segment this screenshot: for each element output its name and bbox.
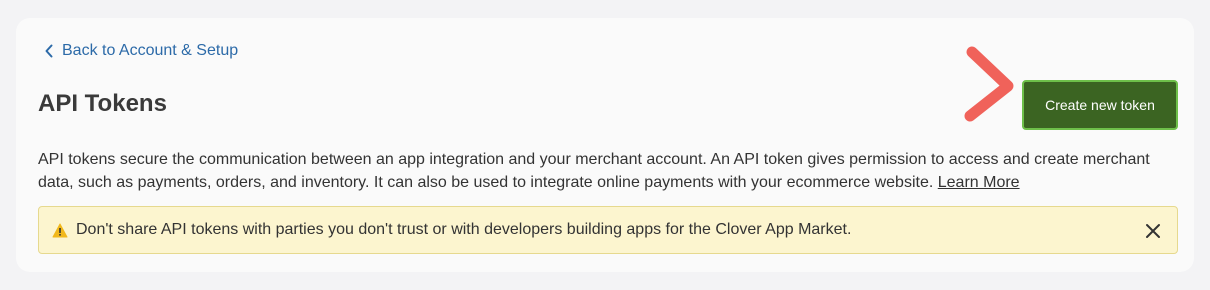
create-new-token-button[interactable]: Create new token	[1022, 80, 1178, 130]
warning-banner: Don't share API tokens with parties you …	[38, 206, 1178, 254]
chevron-left-icon	[45, 44, 53, 58]
page-title: API Tokens	[38, 90, 167, 117]
warning-message: Don't share API tokens with parties you …	[76, 221, 852, 238]
api-tokens-panel: Back to Account & Setup API Tokens Creat…	[16, 18, 1194, 272]
back-to-account-link[interactable]: Back to Account & Setup	[44, 42, 238, 60]
back-link-label: Back to Account & Setup	[62, 42, 239, 59]
annotation-arrow-icon	[964, 46, 1014, 122]
description-text: API tokens secure the communication betw…	[38, 148, 1188, 194]
warning-triangle-icon	[52, 223, 68, 237]
learn-more-link[interactable]: Learn More	[938, 174, 1020, 191]
close-icon[interactable]	[1143, 221, 1163, 241]
